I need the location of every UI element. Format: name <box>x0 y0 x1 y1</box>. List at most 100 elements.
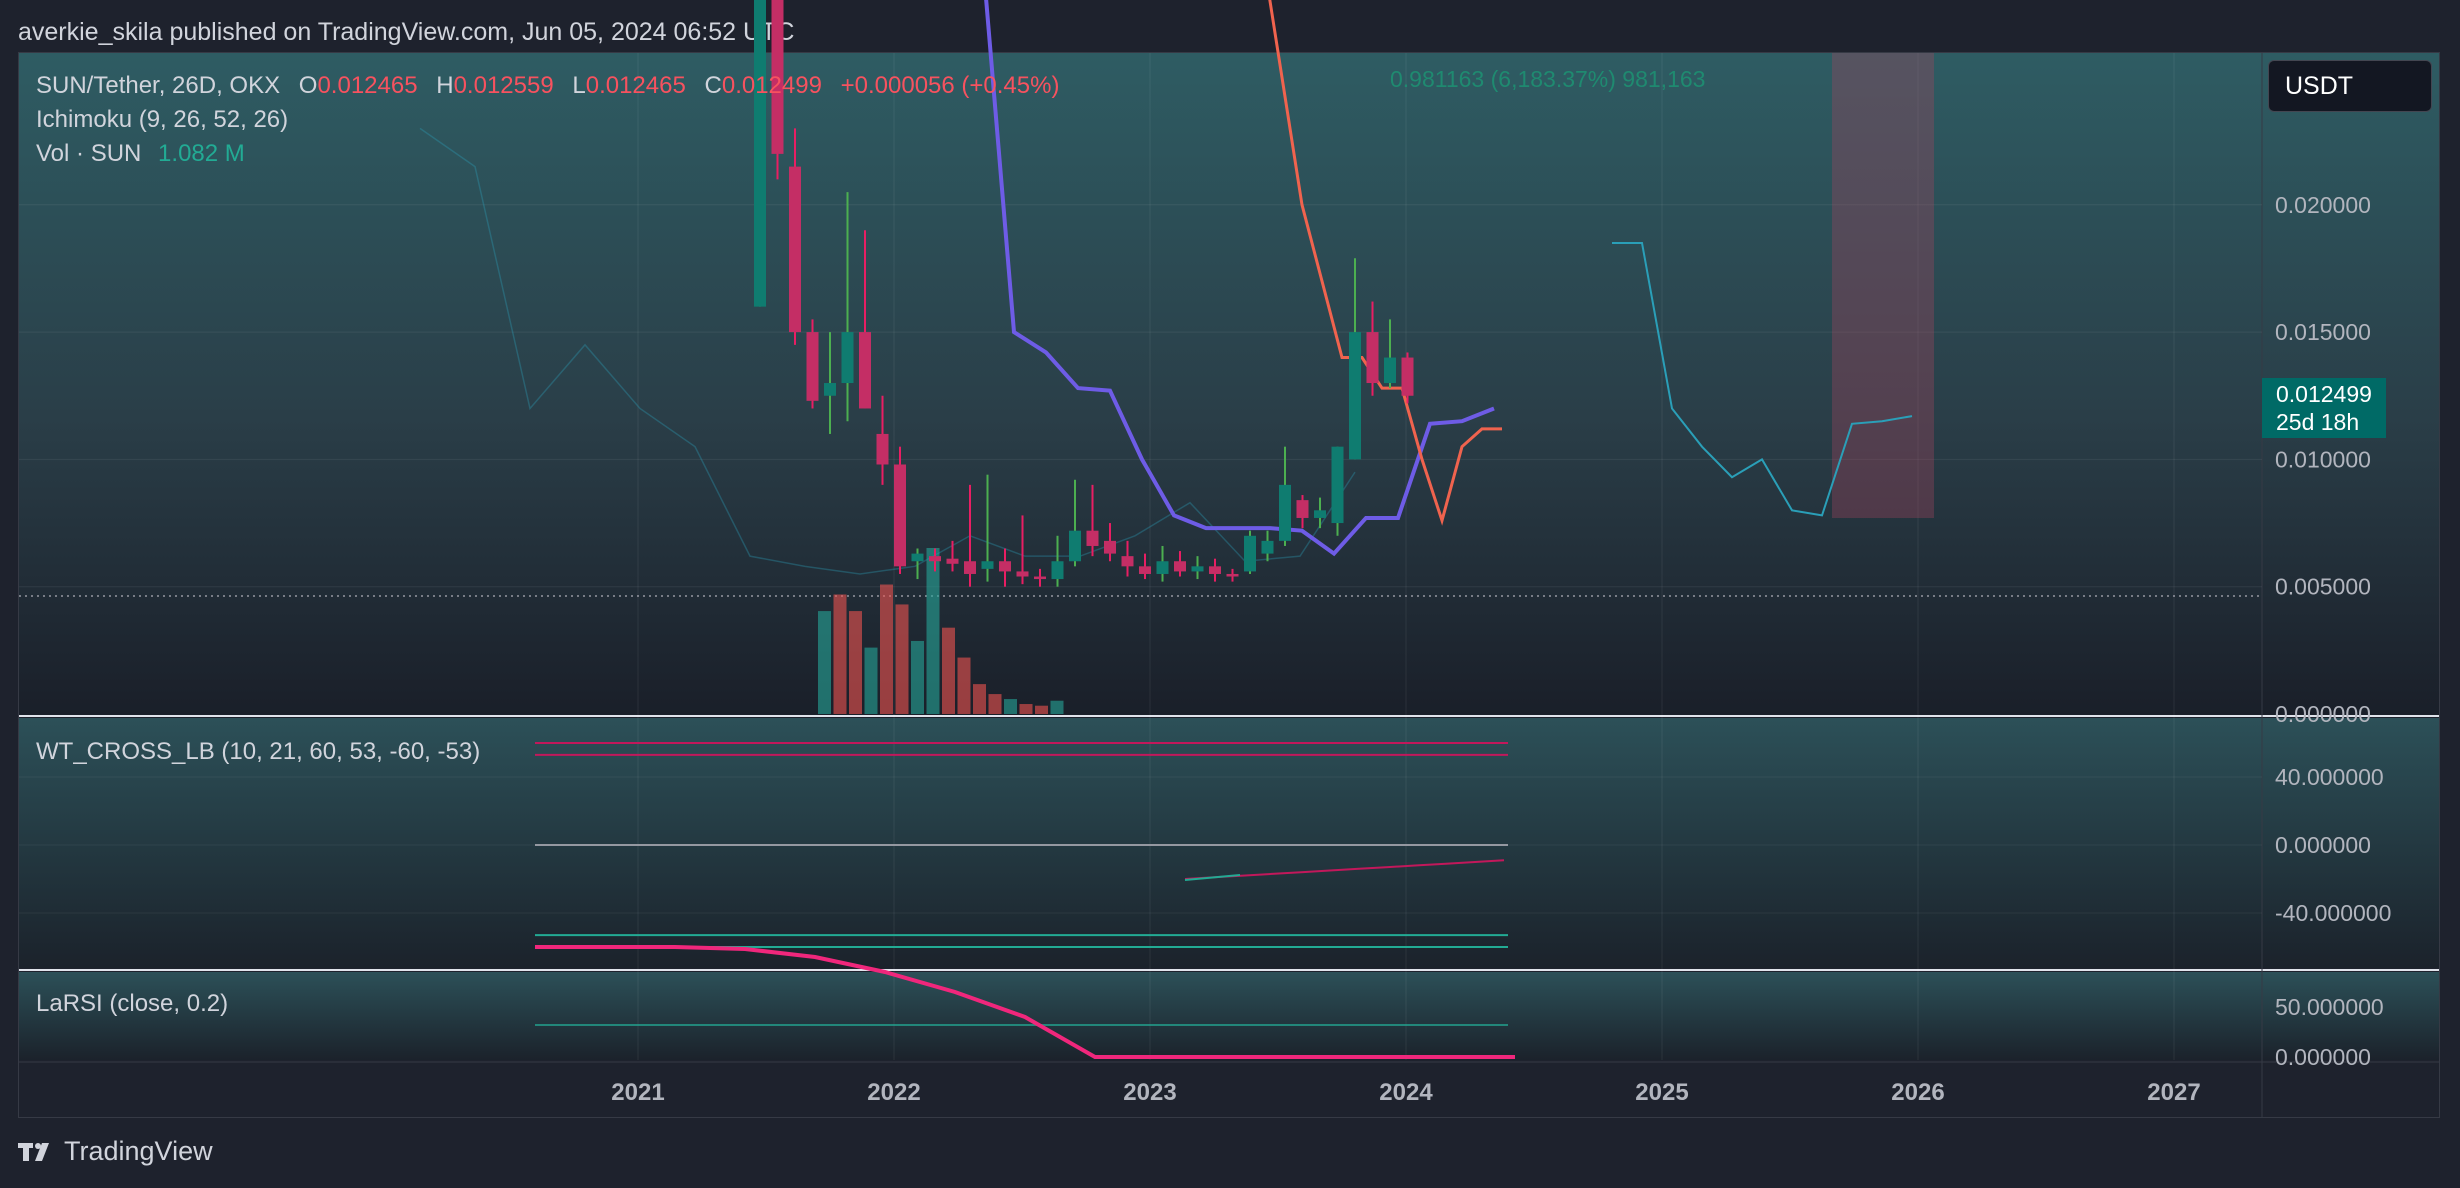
volume-bar-4 <box>880 584 893 714</box>
candle-body-32 <box>1314 510 1326 518</box>
candle-body-8 <box>894 464 906 567</box>
candle-body-33 <box>1331 446 1344 524</box>
candle-body-37 <box>1401 357 1414 396</box>
legend-wt[interactable]: WT_CROSS_LB (10, 21, 60, 53, -60, -53) <box>36 738 480 765</box>
volume-bar-5 <box>895 604 909 714</box>
volume-bar-12 <box>1004 699 1017 714</box>
candle-body-22 <box>1139 566 1151 574</box>
volume-bar-8 <box>942 627 955 714</box>
price-label-0: 0.020000 <box>2275 192 2371 218</box>
time-label-2025: 2025 <box>1635 1079 1688 1106</box>
time-label-2021: 2021 <box>611 1079 664 1106</box>
volume-bar-13 <box>1019 704 1033 714</box>
time-label-2023: 2023 <box>1123 1079 1176 1106</box>
tradingview-logo[interactable]: TradingView <box>18 1136 213 1167</box>
legend-close: 0.012499 <box>721 72 822 99</box>
chart-canvas[interactable]: 2021 2022 2023 2024 2025 2026 2027 0.020000 0.01… <box>0 0 2460 1188</box>
candle-body-13 <box>981 561 994 569</box>
candle-body-34 <box>1349 332 1361 460</box>
time-label-2026: 2026 <box>1891 1079 1944 1106</box>
candle-body-5 <box>841 332 854 384</box>
legend-high-label: H <box>436 72 454 99</box>
legend-high: 0.012559 <box>453 72 554 99</box>
candle-body-14 <box>999 561 1011 572</box>
candle-body-28 <box>1244 535 1256 572</box>
candle-body-30 <box>1279 484 1291 541</box>
legend-vol-label[interactable]: Vol · SUN <box>36 140 141 167</box>
candle-body-26 <box>1209 566 1221 574</box>
volume-bar-2 <box>849 611 862 714</box>
legend-open-label: O <box>298 72 318 99</box>
candle-body-16 <box>1034 576 1046 580</box>
larsi-label-0: 50.000000 <box>2275 994 2384 1020</box>
volume-bar-15 <box>1050 700 1064 714</box>
candle-body-25 <box>1191 566 1204 572</box>
legend-low-label: L <box>572 72 586 99</box>
volume-bar-1 <box>833 594 847 714</box>
larsi-pane-bg <box>19 972 2439 1060</box>
candle-body-36 <box>1384 357 1396 384</box>
wt-label-0: 40.000000 <box>2275 764 2384 790</box>
bar-countdown: 25d 18h <box>2276 409 2360 435</box>
candle-body-31 <box>1296 500 1309 518</box>
legend-row-ohlc[interactable]: SUN/Tether, 26D, OKX O0.012465 H0.012559… <box>36 72 1059 100</box>
candle-body-24 <box>1174 561 1186 572</box>
candle-body-29 <box>1261 540 1274 554</box>
legend-low: 0.012465 <box>585 72 686 99</box>
time-label-2024: 2024 <box>1379 1079 1433 1106</box>
candle-body-20 <box>1104 540 1116 554</box>
legend-vol-value: 1.082 M <box>158 140 245 167</box>
price-label-2: 0.010000 <box>2275 446 2371 472</box>
legend-row-wt[interactable]: WT_CROSS_LB (10, 21, 60, 53, -60, -53) <box>36 738 480 766</box>
last-price-tag: 0.012499 25d 18h <box>2262 378 2386 438</box>
legend-ichimoku[interactable]: Ichimoku (9, 26, 52, 26) <box>36 106 288 133</box>
legend-row-volume[interactable]: Vol · SUN 1.082 M <box>36 140 245 168</box>
legend-close-label: C <box>704 72 722 99</box>
volume-bar-3 <box>864 647 878 714</box>
candle-body-12 <box>964 561 976 574</box>
brand-text: TradingView <box>64 1136 213 1166</box>
candle-body-9 <box>911 553 924 562</box>
candle-body-11 <box>946 558 959 564</box>
candle-body-35 <box>1366 332 1379 384</box>
measure-label: 0.981163 (6,183.37%) 981,163 <box>1390 66 1705 92</box>
legend-symbol[interactable]: SUN/Tether, 26D, OKX <box>36 72 280 99</box>
candle-body-23 <box>1156 561 1169 574</box>
volume-bar-0 <box>818 611 831 714</box>
candle-body-19 <box>1086 530 1099 546</box>
candle-body-27 <box>1226 573 1239 577</box>
candle-body-17 <box>1051 561 1064 580</box>
volume-bar-9 <box>957 657 971 714</box>
price-label-3: 0.005000 <box>2275 574 2371 600</box>
candle-body-18 <box>1069 530 1081 562</box>
candle-body-3 <box>806 332 819 401</box>
candle-body-0 <box>754 0 766 307</box>
wt-label-1: 0.000000 <box>2275 832 2371 858</box>
candle-body-15 <box>1016 571 1029 577</box>
cloud-area-future <box>1832 53 1934 518</box>
candle-body-21 <box>1121 556 1134 567</box>
time-label-2022: 2022 <box>867 1079 920 1106</box>
volume-bar-10 <box>973 684 986 714</box>
price-label-4: 0.000000 <box>2275 701 2371 727</box>
legend-change: +0.000056 (+0.45%) <box>840 72 1060 99</box>
price-label-1: 0.015000 <box>2275 319 2371 345</box>
legend-row-larsi[interactable]: LaRSI (close, 0.2) <box>36 990 228 1018</box>
candle-body-2 <box>789 166 801 333</box>
larsi-label-1: 0.000000 <box>2275 1044 2371 1070</box>
volume-bar-11 <box>988 694 1002 714</box>
legend-open: 0.012465 <box>317 72 418 99</box>
legend-larsi[interactable]: LaRSI (close, 0.2) <box>36 990 228 1017</box>
main-pane-bg <box>19 53 2439 715</box>
currency-button[interactable]: USDT <box>2268 60 2432 112</box>
volume-bar-6 <box>911 640 924 714</box>
time-label-2027: 2027 <box>2147 1079 2200 1106</box>
candle-body-6 <box>859 332 871 409</box>
legend-row-ichimoku[interactable]: Ichimoku (9, 26, 52, 26) <box>36 106 288 134</box>
candle-body-4 <box>824 383 836 396</box>
ichimoku-cloud <box>1832 53 1934 518</box>
candle-body-7 <box>876 433 889 465</box>
wt-label-2: -40.000000 <box>2275 900 2391 926</box>
candle-body-10 <box>929 556 941 562</box>
volume-bar-14 <box>1035 705 1048 714</box>
